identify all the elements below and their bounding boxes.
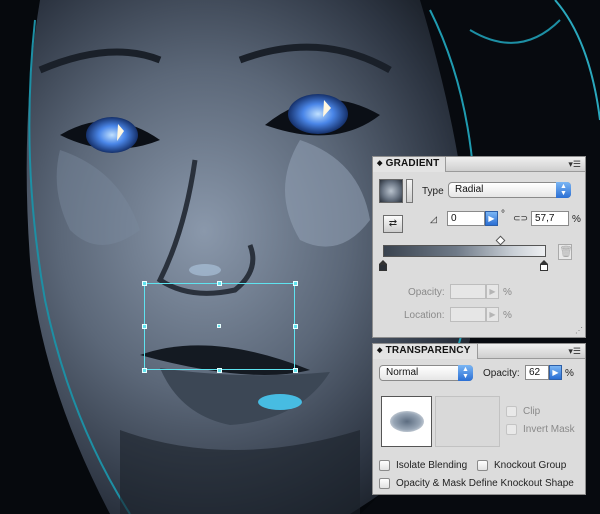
stop-location-label: Location: [404,310,445,321]
invert-mask-checkbox[interactable] [506,424,517,435]
selection-handle-middle-right[interactable] [293,324,298,329]
stop-opacity-dropdown-button[interactable]: ▶ [486,284,499,299]
selection-handle-middle-left[interactable] [142,324,147,329]
aspect-ratio-field[interactable]: 57,7 [531,211,569,226]
isolate-blending-label: Isolate Blending [396,460,468,471]
aspect-ratio-value: 57,7 [535,213,555,224]
reverse-gradient-icon[interactable]: ⇄ [383,215,403,233]
transparency-tab[interactable]: ◆ TRANSPARENCY [373,344,478,359]
gradient-panel-header[interactable]: ◆ GRADIENT ▾☰ [373,157,585,172]
aspect-ratio-unit: % [572,214,581,225]
selection-handle-top-left[interactable] [142,281,147,286]
gradient-tab[interactable]: ◆ GRADIENT [373,157,447,172]
gradient-panel: ◆ GRADIENT ▾☰ Type Radial ▲ ▼ ⇄ ◿ 0 ▶ ° ⊂⊃… [372,156,586,338]
isolate-blending-checkbox[interactable] [379,460,390,471]
stop-opacity-label: Opacity: [408,287,445,298]
angle-icon: ◿ [430,214,437,224]
gradient-type-value: Radial [455,184,484,195]
chevron-updown-icon: ▲ ▼ [556,182,571,198]
angle-field[interactable]: 0 [447,211,485,226]
gradient-type-select[interactable]: Radial ▲ ▼ [448,182,571,198]
selection-handle-bottom-left[interactable] [142,368,147,373]
selection-center-point[interactable] [217,324,221,328]
angle-dropdown-button[interactable]: ▶ [485,211,498,226]
stop-location-dropdown-button[interactable]: ▶ [486,307,499,322]
aspect-ratio-icon: ⊂⊃ [513,213,529,223]
collapse-arrows-icon[interactable]: ◆ [377,160,383,167]
selection-handle-top-right[interactable] [293,281,298,286]
clip-label: Clip [523,406,541,417]
gradient-stop-right-color [540,264,548,271]
selection-handle-bottom-right[interactable] [293,368,298,373]
angle-value: 0 [451,213,457,224]
stop-location-unit: % [503,310,512,321]
opacity-field[interactable]: 62 [525,365,549,380]
panel-menu-icon[interactable]: ▾☰ [568,159,581,169]
gradient-preview-icon[interactable] [379,179,403,203]
object-preview-shape [390,411,424,432]
blend-mode-select[interactable]: Normal ▲ ▼ [379,365,473,381]
opacity-mask-knockout-checkbox[interactable] [379,478,390,489]
object-thumbnail[interactable] [381,396,432,447]
opacity-label: Opacity: [483,368,520,379]
opacity-mask-knockout-label: Opacity & Mask Define Knockout Shape [396,478,574,489]
stop-location-field[interactable] [450,307,486,322]
panel-menu-icon[interactable]: ▾☰ [568,346,581,356]
opacity-mask-thumbnail[interactable] [435,396,500,447]
transparency-panel-header[interactable]: ◆ TRANSPARENCY ▾☰ [373,344,585,359]
opacity-value: 62 [529,367,541,378]
gradient-preset-dropdown[interactable] [406,179,413,203]
clip-checkbox[interactable] [506,406,517,417]
chevron-updown-icon: ▲ ▼ [458,365,473,381]
invert-mask-label: Invert Mask [523,424,575,435]
opacity-dropdown-button[interactable]: ▶ [549,365,562,380]
stop-opacity-field[interactable] [450,284,486,299]
gradient-midpoint-diamond[interactable] [495,235,506,246]
selection-handle-top-middle[interactable] [217,281,222,286]
gradient-stop-left-color [379,264,387,271]
knockout-group-label: Knockout Group [494,460,567,471]
opacity-unit: % [565,368,574,379]
gradient-tab-title: GRADIENT [385,158,440,169]
gradient-stop-right[interactable] [540,260,548,271]
blend-mode-value: Normal [386,367,419,378]
collapse-arrows-icon[interactable]: ◆ [377,347,383,354]
delete-stop-icon[interactable]: 🗑 [558,244,573,260]
gradient-slider[interactable] [383,245,546,257]
stop-opacity-unit: % [503,287,512,298]
angle-unit: ° [501,209,505,220]
type-label: Type [422,186,444,197]
transparency-tab-title: TRANSPARENCY [385,345,471,356]
transparency-panel: ◆ TRANSPARENCY ▾☰ Normal ▲ ▼ Opacity: 62 ▶… [372,343,586,495]
resize-grip-icon[interactable]: ⋰ [575,326,583,335]
selection-handle-bottom-middle[interactable] [217,368,222,373]
knockout-group-checkbox[interactable] [477,460,488,471]
gradient-stop-left[interactable] [379,260,387,271]
